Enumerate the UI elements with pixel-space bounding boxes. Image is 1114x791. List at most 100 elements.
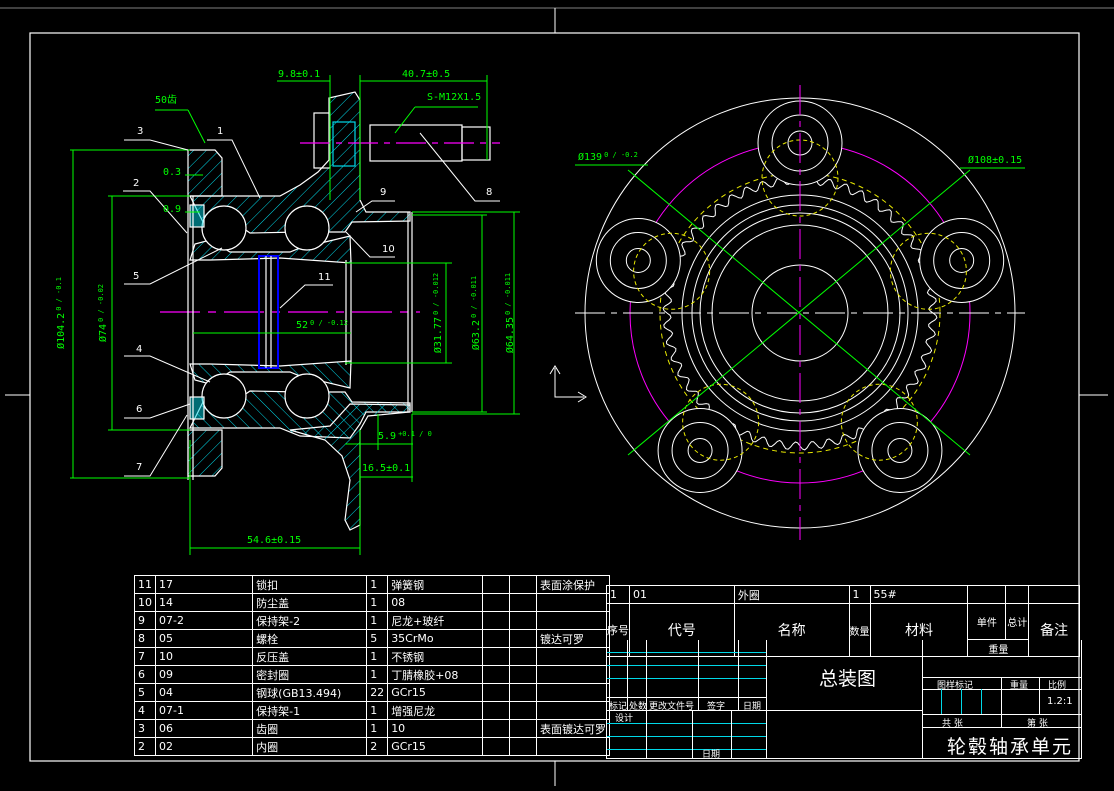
balloon-number: 1	[217, 126, 223, 137]
part-name: 内圈	[252, 737, 368, 756]
parts-list: 11 17 锁扣 1 弹簧钢 表面涂保护 10 14 防尘盖 1 08 9 07-2 保持架-2 1 尼龙+玻…	[134, 575, 611, 756]
sheets-total: 共 张	[942, 719, 963, 729]
table-row: 1 01 外圈 1 55#	[606, 585, 1080, 604]
balloon-number: 2	[133, 178, 139, 189]
part-code: 06	[154, 719, 254, 738]
stage-mark-label: 图样标记	[937, 681, 974, 691]
dimension-text: 0.3	[163, 167, 181, 178]
table-row: 7 10 反压盖 1 不锈钢	[134, 647, 611, 666]
dimension-text: 16.5±0.1	[362, 463, 410, 474]
scale-label: 比例	[1048, 681, 1067, 691]
weight-label: 重量	[1010, 681, 1029, 691]
part-material: 不锈钢	[387, 647, 484, 666]
part-code: 07-2	[154, 611, 254, 630]
table-row: 9 07-2 保持架-2 1 尼龙+玻纤	[134, 611, 611, 630]
part-qty: 1	[366, 665, 389, 684]
part-no: 11	[134, 575, 156, 594]
gear-ring	[187, 149, 223, 197]
header-unit: 单件	[967, 603, 1007, 640]
steel-ball	[284, 205, 330, 251]
drawing-type: 总装图	[819, 668, 877, 690]
part-no: 7	[134, 647, 156, 666]
balloon-number: 6	[136, 404, 142, 415]
part-name: 外圈	[733, 585, 850, 604]
date-label: 日期	[702, 750, 721, 760]
seal-ring	[189, 204, 205, 228]
part-no: 6	[134, 665, 156, 684]
part-no: 2	[134, 737, 156, 756]
dimension-text: 5.9 +0.1 / 0	[378, 430, 432, 442]
part-remark: 表面镀达可罗	[535, 719, 611, 738]
part-name: 保持架-2	[252, 611, 368, 630]
design-label: 设计	[615, 714, 634, 724]
part-qty: 1	[366, 647, 389, 666]
part-no: 5	[134, 683, 156, 702]
part-remark	[535, 683, 611, 702]
dimension-text: 54.6±0.15	[247, 535, 301, 546]
dimension-text: Ø139 0 / -0.2	[578, 151, 638, 163]
balloon-number: 7	[136, 462, 142, 473]
rev-label-date: 日期	[743, 702, 762, 712]
part-qty: 1	[848, 585, 871, 604]
part-qty: 1	[366, 611, 389, 630]
dimension-text: 0.9	[163, 204, 181, 215]
dimension-text: 9.8±0.1	[278, 69, 320, 80]
end-view	[575, 85, 1025, 540]
table-row: 8 05 螺栓 5 35CrMo 镀达可罗	[134, 629, 611, 648]
part-material: 35CrMo	[387, 629, 484, 648]
table-row: 10 14 防尘盖 1 08	[134, 593, 611, 612]
part-qty: 5	[366, 629, 389, 648]
part-name: 密封圈	[252, 665, 368, 684]
dimension-text: Ø104.20 / -0.1	[55, 277, 67, 349]
balloon-number: 11	[318, 272, 331, 283]
part-material: 丁腈橡胶+08	[387, 665, 484, 684]
part-material: 10	[387, 719, 484, 738]
part-no: 1	[606, 585, 630, 604]
sheet-number: 第 张	[1027, 719, 1048, 729]
table-row: 2 02 内圈 2 GCr15	[134, 737, 611, 756]
drawing-title: 轮毂轴承单元	[947, 736, 1074, 758]
cad-drawing-sheet: 9.8±0.1 40.7±0.5 S-M12X1.5 50齿 0.3 0.9 52 0 / -…	[0, 0, 1114, 791]
part-name: 保持架-1	[252, 701, 368, 720]
dimension-lines	[70, 75, 520, 555]
part-remark: 镀达可罗	[535, 629, 611, 648]
part-material: 尼龙+玻纤	[387, 611, 484, 630]
part-qty: 1	[366, 593, 389, 612]
part-name: 防尘盖	[252, 593, 368, 612]
part-code: 01	[629, 585, 735, 604]
bolt-hole	[657, 383, 760, 494]
part-no: 3	[134, 719, 156, 738]
part-code: 02	[154, 737, 254, 756]
dimension-text: 50齿	[155, 94, 177, 106]
part-code: 05	[154, 629, 254, 648]
table-row: 3 06 齿圈 1 10 表面镀达可罗	[134, 719, 611, 738]
dimension-text: Ø31.770 / -0.012	[432, 273, 444, 353]
title-block: 标记 处数 更改文件号 签字 日期 设计 日期 总装图 图样标记 重量 比例 1…	[606, 640, 1082, 760]
balloon-number: 9	[380, 187, 386, 198]
part-remark: 表面涂保护	[535, 575, 611, 594]
part-remark	[535, 737, 611, 756]
bolt-hole	[840, 383, 943, 494]
part-code: 09	[154, 665, 254, 684]
scale-value: 1.2:1	[1047, 696, 1073, 707]
part-no: 8	[134, 629, 156, 648]
table-row: 5 04 钢球(GB13.494) 22 GCr15	[134, 683, 611, 702]
part-code: 10	[154, 647, 254, 666]
table-row: 4 07-1 保持架-1 1 增强尼龙	[134, 701, 611, 720]
balloon-number: 8	[486, 187, 492, 198]
part-material: 增强尼龙	[387, 701, 484, 720]
part-qty: 2	[366, 737, 389, 756]
rev-label-sign: 签字	[707, 702, 726, 712]
dimension-text: Ø108±0.15	[968, 154, 1022, 166]
dimension-text: 40.7±0.5	[402, 69, 450, 80]
steel-ball	[201, 205, 247, 251]
balloon-number: 4	[136, 344, 142, 355]
table-row: 11 17 锁扣 1 弹簧钢 表面涂保护	[134, 575, 611, 594]
part-material: 弹簧钢	[387, 575, 484, 594]
part-remark	[535, 665, 611, 684]
part-no: 10	[134, 593, 156, 612]
part-remark	[535, 593, 611, 612]
dimension-text: S-M12X1.5	[427, 92, 481, 103]
part-remark	[535, 701, 611, 720]
part-code: 14	[154, 593, 254, 612]
